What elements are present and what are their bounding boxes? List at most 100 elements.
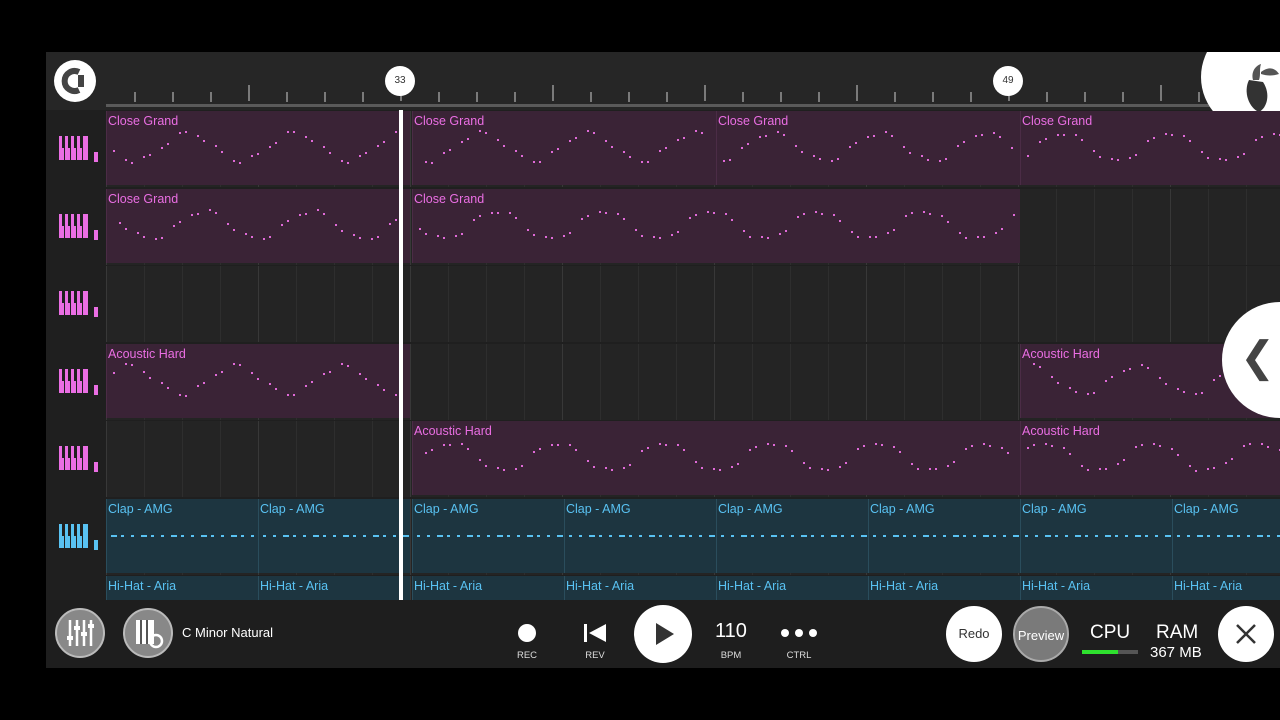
grid-line xyxy=(942,343,943,420)
ruler-baseline xyxy=(106,104,1280,107)
app-window: 33 49 Close Grand Close Grand Close Grand C… xyxy=(46,52,1280,668)
pattern-clip[interactable]: Hi-Hat - Aria xyxy=(106,576,258,600)
grid-line xyxy=(258,421,259,497)
ruler-tick xyxy=(1122,92,1124,102)
pattern-clip[interactable]: Close Grand xyxy=(106,188,410,263)
cpu-meter-fill xyxy=(1082,650,1118,654)
clip-label: Hi-Hat - Aria xyxy=(566,579,635,593)
transport-bar: C Minor Natural REC REV 110 BPM CTRL Red… xyxy=(46,600,1280,668)
grid-line xyxy=(182,266,183,342)
pattern-clip[interactable]: Close Grand xyxy=(412,188,1020,263)
clip-label: Clap - AMG xyxy=(108,501,173,516)
piano-icon[interactable] xyxy=(58,367,98,397)
grid-line xyxy=(904,343,905,420)
pattern-clip[interactable]: Clap - AMG xyxy=(716,498,868,573)
pattern-clip[interactable]: Hi-Hat - Aria xyxy=(868,576,1020,600)
track-lane[interactable]: Clap - AMG Clap - AMG Clap - AMG Clap - AMG… xyxy=(106,498,1280,575)
ruler-tick xyxy=(666,92,668,102)
grid-line xyxy=(714,266,715,342)
drum-icon[interactable] xyxy=(58,522,98,552)
pattern-clip[interactable]: Close Grand xyxy=(106,111,410,185)
tempo-button[interactable]: 110 BPM xyxy=(701,600,761,668)
play-icon xyxy=(656,623,674,645)
ruler-tick xyxy=(704,85,706,101)
piano-icon[interactable] xyxy=(58,212,98,242)
grid-line xyxy=(410,266,411,342)
pattern-clip[interactable]: Acoustic Hard xyxy=(1020,421,1280,495)
pattern-clip[interactable]: Acoustic Hard xyxy=(412,421,1020,495)
ruler-tick xyxy=(1046,92,1048,102)
pattern-clip[interactable]: Hi-Hat - Aria xyxy=(412,576,564,600)
pattern-clip[interactable]: Clap - AMG xyxy=(868,498,1020,573)
bpm-value: 110 xyxy=(715,620,747,642)
close-button[interactable] xyxy=(1218,606,1274,662)
playhead[interactable] xyxy=(399,110,403,600)
grid-line xyxy=(1094,266,1095,342)
play-button[interactable] xyxy=(634,605,692,663)
track-lane[interactable]: Acoustic Hard Acoustic Hard xyxy=(106,421,1280,497)
record-button[interactable]: REC xyxy=(497,600,557,668)
pattern-clip[interactable]: Clap - AMG xyxy=(1172,498,1280,573)
track-lane[interactable]: Close Grand Close Grand xyxy=(106,188,1280,265)
track-lane[interactable]: Acoustic Hard Acoustic Hard xyxy=(106,343,1280,420)
control-button[interactable]: CTRL xyxy=(769,600,829,668)
clip-label: Acoustic Hard xyxy=(1022,424,1100,438)
pattern-clip[interactable]: Hi-Hat - Aria xyxy=(258,576,410,600)
pattern-clip[interactable]: Clap - AMG xyxy=(564,498,716,573)
grid-line xyxy=(638,343,639,420)
preview-button[interactable]: Preview xyxy=(1013,606,1069,662)
grid-line xyxy=(106,266,107,342)
pattern-clip[interactable]: Hi-Hat - Aria xyxy=(1020,576,1172,600)
ruler-tick xyxy=(514,92,516,102)
pattern-clip[interactable]: Hi-Hat - Aria xyxy=(716,576,868,600)
chevron-left-icon: ❮ xyxy=(1240,333,1276,380)
grid-line xyxy=(866,266,867,342)
clip-label: Close Grand xyxy=(414,191,485,206)
redo-button[interactable]: Redo xyxy=(946,606,1002,662)
ruler-tick xyxy=(362,92,364,102)
pattern-clip[interactable]: Hi-Hat - Aria xyxy=(1172,576,1280,600)
grid-line xyxy=(524,266,525,342)
grid-line xyxy=(1170,266,1171,342)
pattern-clip[interactable]: Clap - AMG xyxy=(1020,498,1172,573)
ruler-tick xyxy=(476,92,478,102)
app-logo-icon[interactable] xyxy=(54,60,96,102)
pattern-clip[interactable]: Close Grand xyxy=(412,111,716,185)
track-lane[interactable]: Close Grand Close Grand Close Grand Close G… xyxy=(106,111,1280,187)
ruler-tick xyxy=(286,92,288,102)
piano-settings-button[interactable] xyxy=(123,608,173,658)
piano-icon[interactable] xyxy=(58,289,98,319)
clip-label: Hi-Hat - Aria xyxy=(260,579,329,593)
scale-label[interactable]: C Minor Natural xyxy=(182,625,273,640)
timeline-ruler[interactable]: 33 49 xyxy=(46,52,1280,132)
ruler-tick xyxy=(590,92,592,102)
ruler-tick xyxy=(1160,85,1162,101)
pattern-clip[interactable]: Hi-Hat - Aria xyxy=(564,576,716,600)
grid-line xyxy=(904,266,905,342)
pattern-clip[interactable]: Clap - AMG xyxy=(412,498,564,573)
bar-marker-49[interactable]: 49 xyxy=(993,66,1023,96)
clip-label: Clap - AMG xyxy=(566,501,631,516)
clip-label: Clap - AMG xyxy=(1174,501,1239,516)
rewind-button[interactable]: REV xyxy=(565,600,625,668)
pattern-clip[interactable]: Close Grand xyxy=(1020,111,1280,185)
grid-line xyxy=(1132,266,1133,342)
piano-icon[interactable] xyxy=(58,444,98,474)
grid-line xyxy=(486,266,487,342)
grid-line xyxy=(410,343,411,420)
ruler-tick xyxy=(932,92,934,102)
clip-label: Close Grand xyxy=(108,191,179,206)
clip-label: Clap - AMG xyxy=(1022,501,1087,516)
pattern-clip[interactable]: Clap - AMG xyxy=(258,498,410,573)
pattern-clip[interactable]: Close Grand xyxy=(716,111,1020,185)
track-lane[interactable]: Hi-Hat - Aria Hi-Hat - Aria Hi-Hat - Aria H… xyxy=(106,576,1280,600)
pattern-clip[interactable]: Acoustic Hard xyxy=(106,343,410,418)
track-lane[interactable] xyxy=(106,266,1280,342)
piano-icon[interactable] xyxy=(58,134,98,164)
bar-marker-33[interactable]: 33 xyxy=(385,66,415,96)
pattern-clip[interactable]: Clap - AMG xyxy=(106,498,258,573)
ruler-tick xyxy=(552,85,554,101)
mixer-button[interactable] xyxy=(55,608,105,658)
grid-line xyxy=(562,266,563,342)
grid-line xyxy=(676,343,677,420)
